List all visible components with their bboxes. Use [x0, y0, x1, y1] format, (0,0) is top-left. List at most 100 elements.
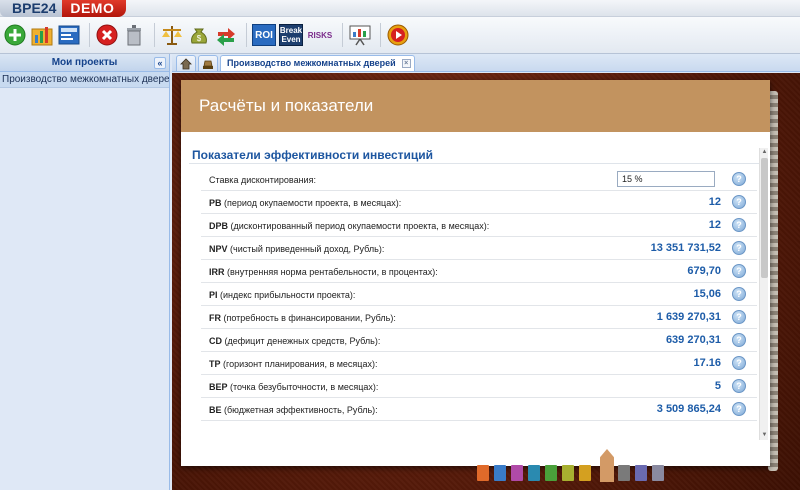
trash-icon: [127, 25, 141, 46]
metric-abbr: PI: [209, 290, 218, 300]
discount-rate-input[interactable]: [617, 171, 715, 187]
help-icon[interactable]: ?: [732, 333, 746, 347]
bookmark-tab[interactable]: [528, 465, 540, 481]
help-icon[interactable]: ?: [732, 402, 746, 416]
bookmark-tab[interactable]: [652, 465, 664, 481]
toolbar-separator: [380, 23, 381, 47]
vertical-scrollbar[interactable]: ▲ ▼: [759, 148, 768, 440]
metric-value: 13 351 731,52: [650, 242, 721, 254]
metric-description: (период окупаемости проекта, в месяцах):: [221, 198, 402, 208]
metric-value: 1 639 270,31: [656, 311, 721, 323]
metric-label: PI (индекс прибыльности проекта):: [209, 290, 355, 300]
help-icon[interactable]: ?: [732, 264, 746, 278]
app-header: BPE24 DEMO: [0, 0, 800, 17]
delete-project-button[interactable]: [122, 23, 146, 47]
bookmark-tab[interactable]: [494, 465, 506, 481]
sidebar-header: Мои проекты «: [0, 54, 169, 72]
sidebar-item-project[interactable]: Производство межкомнатных дверей: [0, 72, 169, 88]
help-icon[interactable]: ?: [732, 379, 746, 393]
metric-abbr: TP: [209, 359, 221, 369]
metrics-panel: Расчёты и показатели Показатели эффектив…: [181, 80, 770, 466]
panel-title: Расчёты и показатели: [181, 80, 770, 132]
presentation-board-icon: [349, 25, 371, 46]
metric-description: (индекс прибыльности проекта):: [217, 290, 356, 300]
home-icon: [180, 57, 192, 69]
metric-abbr: PB: [209, 198, 222, 208]
metric-row: IRR (внутренняя норма рентабельности, в …: [201, 260, 757, 283]
help-icon[interactable]: ?: [732, 287, 746, 301]
collapse-sidebar-button[interactable]: «: [154, 57, 166, 69]
plan-icon: [58, 25, 80, 45]
scroll-down-icon[interactable]: ▼: [761, 432, 768, 439]
demo-badge: DEMO: [62, 0, 127, 17]
risks-button[interactable]: RISKS: [306, 23, 334, 47]
roi-button[interactable]: ROI: [252, 23, 276, 47]
tab-active-project[interactable]: Производство межкомнатных дверей ×: [220, 55, 415, 71]
metric-value: 15,06: [693, 288, 721, 300]
cashflow-button[interactable]: [214, 23, 238, 47]
logo-main: BPE24: [0, 0, 63, 17]
add-project-button[interactable]: [3, 23, 27, 47]
tab-bar: Производство межкомнатных дверей ×: [172, 54, 800, 72]
metric-description: (внутренняя норма рентабельности, в проц…: [224, 267, 438, 277]
business-plan-button[interactable]: [57, 23, 81, 47]
scrollbar-thumb[interactable]: [761, 158, 768, 278]
metric-description: (дефицит денежных средств, Рубль):: [222, 336, 381, 346]
bookmark-tab[interactable]: [511, 465, 523, 481]
help-icon[interactable]: ?: [732, 218, 746, 232]
open-charts-button[interactable]: [30, 23, 54, 47]
break-even-button[interactable]: Break Even: [279, 23, 303, 47]
metric-row: PB (период окупаемости проекта, в месяца…: [201, 191, 757, 214]
money-bag-icon: $: [191, 28, 207, 44]
metric-value: 5: [714, 380, 721, 392]
tab-project-overview[interactable]: [198, 55, 218, 71]
metric-value: 12: [708, 219, 721, 231]
tab-label: Производство межкомнатных дверей: [227, 58, 396, 68]
exchange-arrows-icon: [217, 28, 235, 46]
metric-row: CD (дефицит денежных средств, Рубль): 639…: [201, 329, 757, 352]
metric-abbr: BEP: [209, 382, 228, 392]
bookmark-tab[interactable]: [477, 465, 489, 481]
help-icon[interactable]: ?: [732, 356, 746, 370]
add-icon: [4, 24, 26, 46]
metrics-scroll-area[interactable]: Показатели эффективности инвестиций Став…: [189, 144, 767, 438]
app-logo: BPE24 DEMO: [0, 0, 127, 17]
bookmark-tab[interactable]: [635, 465, 647, 481]
workspace-background: Расчёты и показатели Показатели эффектив…: [172, 73, 800, 490]
bookmark-tab[interactable]: [579, 465, 591, 481]
toolbar-separator: [89, 23, 90, 47]
play-video-button[interactable]: [386, 23, 410, 47]
bookmark-tabs: [477, 465, 669, 481]
metric-row: FR (потребность в финансировании, Рубль)…: [201, 306, 757, 329]
metric-label: PB (период окупаемости проекта, в месяца…: [209, 198, 401, 208]
metric-row: BEP (точка безубыточности, в месяцах): 5?: [201, 375, 757, 398]
metric-abbr: BE: [209, 405, 222, 415]
break-even-icon: Break Even: [279, 24, 303, 46]
tab-home[interactable]: [176, 55, 196, 71]
bookmark-tab[interactable]: [545, 465, 557, 481]
balance-button[interactable]: [160, 23, 184, 47]
metric-abbr: IRR: [209, 267, 225, 277]
help-icon[interactable]: ?: [732, 241, 746, 255]
metric-abbr: FR: [209, 313, 221, 323]
help-icon[interactable]: ?: [732, 195, 746, 209]
metric-description: (горизонт планирования, в месяцах):: [220, 359, 378, 369]
finance-button[interactable]: $: [187, 23, 211, 47]
metric-label: DPB (дисконтированный период окупаемости…: [209, 221, 489, 231]
bookmark-tab[interactable]: [618, 465, 630, 481]
svg-text:$: $: [197, 34, 202, 43]
metric-value: 639 270,31: [665, 334, 721, 346]
main-toolbar: $ ROI Break Even RISKS: [0, 17, 800, 54]
close-project-button[interactable]: [95, 23, 119, 47]
metric-description: (потребность в финансировании, Рубль):: [221, 313, 396, 323]
roi-icon: ROI: [252, 24, 276, 46]
close-tab-icon[interactable]: ×: [401, 59, 411, 68]
help-icon[interactable]: ?: [732, 310, 746, 324]
metric-value: 17.16: [693, 357, 721, 369]
scroll-up-icon[interactable]: ▲: [761, 149, 768, 156]
metric-value: 3 509 865,24: [656, 403, 721, 415]
bookmark-tab[interactable]: [562, 465, 574, 481]
metric-label: NPV (чистый приведенный доход, Рубль):: [209, 244, 384, 254]
presentation-button[interactable]: [348, 23, 372, 47]
help-icon[interactable]: ?: [732, 172, 746, 186]
